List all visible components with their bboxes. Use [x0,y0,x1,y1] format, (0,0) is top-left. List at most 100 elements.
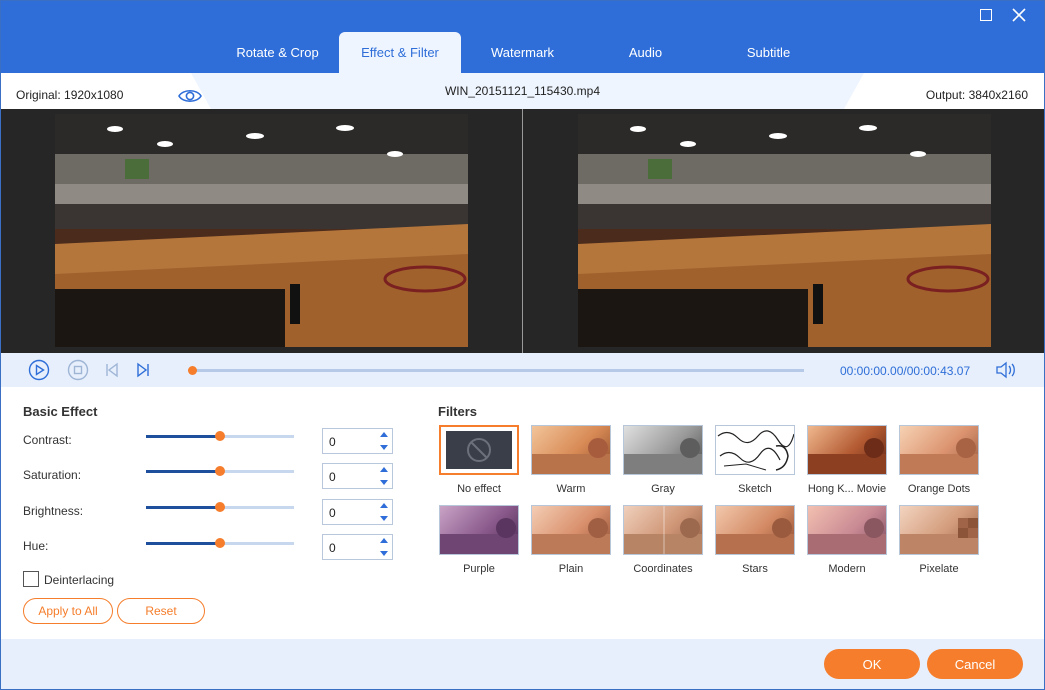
filter-purple[interactable]: Purple [439,505,519,585]
gym-scene-image [55,114,468,347]
hue-value[interactable]: 0 [329,541,336,555]
cancel-button[interactable]: Cancel [927,649,1023,679]
filter-thumb[interactable] [899,505,979,555]
contrast-label: Contrast: [23,433,72,447]
coordinates-thumb-image [624,506,702,554]
play-icon[interactable] [28,359,50,381]
saturation-decrement[interactable] [380,480,388,485]
title-bar: Rotate & Crop Effect & Filter Watermark … [1,1,1044,73]
filter-thumb[interactable] [715,505,795,555]
progress-track[interactable] [192,369,804,372]
contrast-stepper[interactable]: 0 [322,428,393,454]
contrast-decrement[interactable] [380,445,388,450]
filter-thumb[interactable] [623,425,703,475]
filter-label: Pixelate [919,563,959,575]
modern-thumb-image [808,518,886,554]
filter-label: Orange Dots [907,483,971,495]
footer: OK Cancel [1,639,1044,689]
tab-audio[interactable]: Audio [584,32,707,73]
brightness-slider-fill [146,506,220,509]
sketch-thumb-image [717,430,794,471]
contrast-slider-handle[interactable] [215,431,225,441]
filter-hong-kong-movie[interactable]: Hong K... Movie [807,425,887,505]
previous-frame-icon[interactable] [101,359,123,381]
brightness-slider-handle[interactable] [215,502,225,512]
brightness-label: Brightness: [23,504,84,518]
purple-thumb-image [440,518,518,554]
preview-area [1,109,1044,353]
no-effect-icon [441,427,517,473]
tab-effect-filter[interactable]: Effect & Filter [339,32,461,73]
next-frame-icon[interactable] [132,359,154,381]
apply-to-all-button[interactable]: Apply to All [23,598,113,624]
tab-bar: Rotate & Crop Effect & Filter Watermark … [216,32,830,73]
filter-pixelate[interactable]: Pixelate [899,505,979,585]
effect-filter-window: Rotate & Crop Effect & Filter Watermark … [0,0,1045,690]
maximize-icon [980,9,992,21]
filter-thumb[interactable] [807,425,887,475]
filter-sketch[interactable]: Sketch [715,425,795,505]
maximize-button[interactable] [971,3,1001,27]
total-time: /00:00:43.07 [903,364,971,378]
saturation-increment[interactable] [380,467,388,472]
filter-thumb[interactable] [899,425,979,475]
hue-decrement[interactable] [380,551,388,556]
filter-plain[interactable]: Plain [531,505,611,585]
contrast-value[interactable]: 0 [329,435,336,449]
brightness-decrement[interactable] [380,516,388,521]
filter-warm[interactable]: Warm [531,425,611,505]
filter-thumb[interactable] [531,505,611,555]
tab-rotate-crop[interactable]: Rotate & Crop [216,32,339,73]
stars-thumb-image [716,518,794,554]
current-time: 00:00:00.00 [840,364,904,378]
progress-handle[interactable] [188,366,197,375]
volume-icon[interactable] [995,361,1017,379]
file-name: WIN_20151121_115430.mp4 [444,84,600,98]
filter-thumb[interactable] [623,505,703,555]
saturation-stepper[interactable]: 0 [322,463,393,489]
tab-subtitle[interactable]: Subtitle [707,32,830,73]
basic-effect-title: Basic Effect [23,404,98,419]
filter-coordinates[interactable]: Coordinates [623,505,703,585]
saturation-slider[interactable] [146,466,294,476]
saturation-value[interactable]: 0 [329,470,336,484]
saturation-slider-handle[interactable] [215,466,225,476]
filter-thumb[interactable] [531,425,611,475]
hue-label: Hue: [23,539,49,553]
close-button[interactable] [1004,3,1034,27]
brightness-increment[interactable] [380,503,388,508]
tab-watermark[interactable]: Watermark [461,32,584,73]
hong-kong-thumb-image [808,438,886,474]
reset-button[interactable]: Reset [117,598,205,624]
ok-button[interactable]: OK [824,649,920,679]
filter-thumb[interactable] [439,425,519,475]
gym-scene-image-output [578,114,991,347]
hue-stepper[interactable]: 0 [322,534,393,560]
hue-slider[interactable] [146,538,294,548]
hue-increment[interactable] [380,538,388,543]
brightness-value[interactable]: 0 [329,506,336,520]
filters-title: Filters [438,404,478,419]
contrast-slider[interactable] [146,431,294,441]
filter-stars[interactable]: Stars [715,505,795,585]
brightness-slider[interactable] [146,502,294,512]
filter-thumb[interactable] [715,425,795,475]
hue-slider-handle[interactable] [215,538,225,548]
filter-thumb[interactable] [807,505,887,555]
filter-orange-dots[interactable]: Orange Dots [899,425,979,505]
filter-no-effect[interactable]: No effect [439,425,519,505]
output-resolution: Output: 3840x2160 [925,88,1028,102]
filter-thumb[interactable] [439,505,519,555]
saturation-slider-fill [146,470,220,473]
saturation-label: Saturation: [23,468,82,482]
brightness-stepper[interactable]: 0 [322,499,393,525]
filter-gray[interactable]: Gray [623,425,703,505]
gray-thumb-image [624,438,702,474]
info-strip: Original: 1920x1080 WIN_20151121_115430.… [1,73,1044,109]
contrast-increment[interactable] [380,432,388,437]
filter-modern[interactable]: Modern [807,505,887,585]
stop-icon[interactable] [67,359,89,381]
orange-dots-thumb-image [900,438,978,474]
deinterlacing-checkbox[interactable] [23,571,39,587]
close-icon [1012,8,1026,22]
